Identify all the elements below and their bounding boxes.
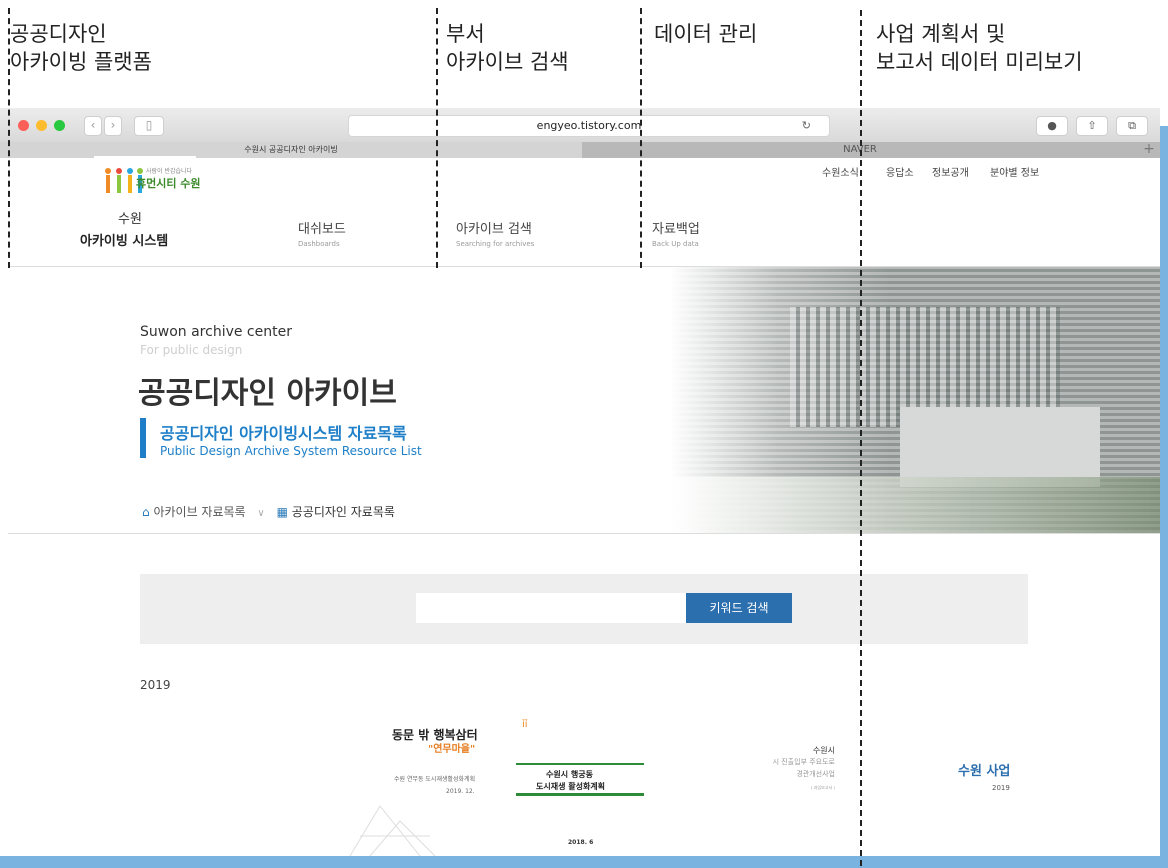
minimize-window-button[interactable] <box>36 120 47 131</box>
sketch-illustration <box>349 805 436 856</box>
building-icon: ▦ <box>276 505 288 519</box>
close-window-button[interactable] <box>18 120 29 131</box>
card-subtitle: 시 진출입부 주요도로 <box>772 758 835 766</box>
annotation-preview-subtitle: 보고서 데이터 미리보기 <box>876 50 1083 74</box>
hero-subtitle-ko: 공공디자인 아카이빙시스템 자료목록 <box>160 424 407 443</box>
document-card-road[interactable]: 수원시 시 진출입부 주요도로 경관개선사업 ( 과업보고서 ) <box>745 745 845 825</box>
hero-sub-eyebrow: For public design <box>140 343 243 357</box>
site-title-line2: 아카이빙 시스템 <box>80 234 169 249</box>
menu-archive-search-label: 아카이브 검색 <box>456 222 532 237</box>
keyword-search-input[interactable] <box>416 593 702 623</box>
annotation-preview-title: 사업 계획서 및 <box>876 22 1006 46</box>
card-logo-icon: ỉỉ <box>522 719 528 730</box>
logo-tagline: 사람이 반갑습니다 <box>146 168 193 175</box>
card-date: 2018. 6 <box>568 839 594 846</box>
hero-building-photo <box>670 267 1160 533</box>
reload-icon[interactable]: ↻ <box>802 116 811 136</box>
building-front <box>900 407 1100 487</box>
annotation-platform-subtitle: 아카이빙 플랫폼 <box>10 50 152 74</box>
share-icon[interactable]: ⇧ <box>1076 116 1108 136</box>
annotation-department-subtitle: 아카이브 검색 <box>446 50 569 74</box>
address-bar[interactable]: engyeo.tistory.com ↻ <box>348 115 830 137</box>
hero-eyebrow: Suwon archive center <box>140 324 292 340</box>
annotation-department-title: 부서 <box>446 22 485 46</box>
card-subtitle-2: 경관개선사업 <box>796 770 835 778</box>
new-tab-button[interactable]: + <box>1138 142 1160 158</box>
menu-archive-search[interactable]: 아카이브 검색 Searching for archives <box>456 218 534 248</box>
guide-line-4 <box>860 10 862 866</box>
url-text: engyeo.tistory.com <box>536 119 642 132</box>
card-top-rule <box>516 763 644 765</box>
gnb-info-disclosure[interactable]: 정보공개 <box>932 164 969 179</box>
card-tag: ( 과업보고서 ) <box>810 785 835 790</box>
annotation-platform-title: 공공디자인 <box>10 22 107 46</box>
gnb-suwon-news[interactable]: 수원소식 <box>822 164 859 179</box>
card-title: 수원 사업 <box>958 764 1011 779</box>
guide-line-1 <box>8 8 10 268</box>
zoom-window-button[interactable] <box>54 120 65 131</box>
breadcrumb-design-list[interactable]: 공공디자인 자료목록 <box>292 505 395 519</box>
search-panel: 키워드 검색 <box>140 574 1028 644</box>
hero-subtitle-en: Public Design Archive System Resource Li… <box>160 444 422 458</box>
trees <box>670 477 1160 533</box>
tabs-overview-icon[interactable]: ⧉ <box>1116 116 1148 136</box>
annotation-data-management: 데이터 관리 <box>654 22 758 46</box>
card-subtitle: "연무마을" <box>428 744 476 755</box>
sidebar-toggle-icon[interactable]: ▯ <box>134 116 164 136</box>
card-subtitle: 도시재생 활성화계획 <box>536 782 606 791</box>
gnb-response[interactable]: 응답소 <box>886 164 914 179</box>
card-date: 2019. 12. <box>446 788 475 795</box>
chevron-down-icon[interactable]: ∨ <box>257 508 264 519</box>
chevron-left-icon[interactable]: ‹ <box>84 116 102 136</box>
card-desc: 수원 연무동 도시재생활성화계획 <box>394 776 476 783</box>
document-card-suwon[interactable]: 수원 사업 2019 <box>958 760 1048 800</box>
card-bottom-rule <box>516 793 644 796</box>
hero-title: 공공디자인 아카이브 <box>138 376 397 411</box>
browser-toolbar: ‹ › ▯ engyeo.tistory.com ↻ ● ⇧ ⧉ <box>0 108 1160 143</box>
tab-suwon-archive[interactable]: 수원시 공공디자인 아카이빙 <box>0 142 582 158</box>
logo-text: 휴먼시티 수원 <box>136 177 201 190</box>
document-card-yeonmu[interactable]: 동문 밖 행복삼터 "연무마을" 수원 연무동 도시재생활성화계획 2019. … <box>340 720 520 856</box>
card-title: 수원시 행궁동 <box>546 770 593 779</box>
download-icon[interactable]: ● <box>1036 116 1068 136</box>
document-card-haenggung[interactable]: ỉỉ 수원시 행궁동 도시재생 활성화계획 2018. 6 <box>510 715 650 851</box>
breadcrumb: ⌂ 아카이브 자료목록 ∨ ▦ 공공디자인 자료목록 <box>142 503 395 520</box>
site-title-line1: 수원 <box>118 212 142 227</box>
card-date: 2019 <box>992 784 1010 792</box>
card-title: 수원시 <box>812 746 835 755</box>
archive-icon: ⌂ <box>142 505 150 519</box>
menu-dashboard-sub: Dashboards <box>298 240 340 248</box>
hero-accent-bar <box>140 418 146 458</box>
hero-divider <box>8 533 1160 534</box>
menu-backup-sub: Back Up data <box>652 240 699 248</box>
guide-line-3 <box>640 8 642 268</box>
gnb-field-info[interactable]: 분야별 정보 <box>990 164 1039 179</box>
chevron-right-icon[interactable]: › <box>104 116 122 136</box>
menu-dashboard-label: 대쉬보드 <box>298 222 346 237</box>
breadcrumb-archive-list[interactable]: 아카이브 자료목록 <box>153 505 245 519</box>
menu-backup-label: 자료백업 <box>652 222 700 237</box>
menu-archive-search-sub: Searching for archives <box>456 240 535 248</box>
menu-backup[interactable]: 자료백업 Back Up data <box>652 218 700 248</box>
logo[interactable]: 사람이 반갑습니다 휴먼시티 수원 <box>94 156 201 200</box>
guide-line-2 <box>436 8 438 268</box>
bottom-frame <box>0 856 1168 868</box>
keyword-search-button[interactable]: 키워드 검색 <box>686 593 792 623</box>
year-label: 2019 <box>140 678 171 692</box>
side-frame <box>1160 126 1168 868</box>
menu-dashboard[interactable]: 대쉬보드 Dashboards <box>298 218 346 248</box>
